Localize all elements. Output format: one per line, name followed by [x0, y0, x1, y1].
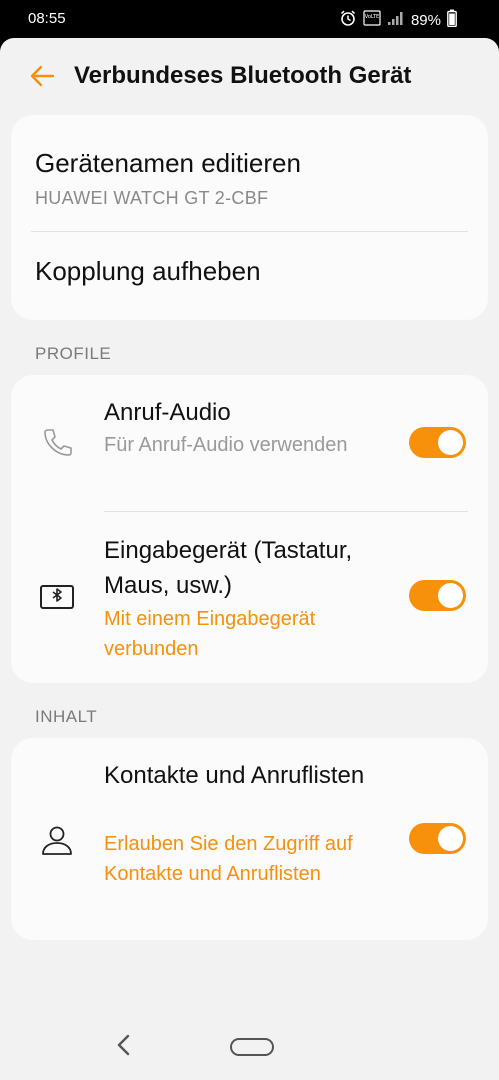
rename-device-row[interactable]: Gerätenamen editieren HUAWEI WATCH GT 2-… — [11, 115, 488, 231]
toggle-knob — [438, 583, 463, 608]
device-name: HUAWEI WATCH GT 2-CBF — [35, 188, 269, 208]
input-device-title: Eingabegerät (Tastatur, Maus, usw.) — [104, 537, 353, 599]
contacts-toggle[interactable] — [409, 823, 466, 854]
unpair-row[interactable]: Kopplung aufheben — [11, 232, 488, 320]
section-label-content: INHALT — [35, 707, 98, 726]
nav-back-icon[interactable] — [112, 1033, 136, 1057]
section-label-profile: PROFILE — [35, 344, 112, 363]
svg-text:VoLTE: VoLTE — [365, 14, 379, 20]
list-item-call-audio[interactable]: Anruf-Audio Für Anruf-Audio verwenden — [11, 375, 488, 511]
contacts-title: Kontakte und Anruflisten — [104, 762, 365, 789]
battery-percent: 89% — [410, 11, 441, 29]
input-device-subtitle: Mit einem Eingabegerät verbunden — [104, 608, 316, 660]
nav-home-button[interactable] — [230, 1038, 274, 1056]
status-time: 08:55 — [28, 10, 66, 27]
navigation-bar — [0, 1008, 499, 1080]
back-arrow-icon[interactable] — [28, 62, 56, 90]
phone-icon — [39, 425, 75, 461]
alarm-icon — [339, 9, 357, 31]
toggle-knob — [438, 430, 463, 455]
list-item-contacts[interactable]: Kontakte und Anruflisten Erlauben Sie de… — [11, 738, 488, 940]
content-card: Kontakte und Anruflisten Erlauben Sie de… — [11, 738, 488, 940]
contact-icon — [39, 822, 75, 858]
bluetooth-keyboard-icon — [39, 578, 75, 614]
toggle-knob — [438, 826, 463, 851]
rename-title: Gerätenamen editieren — [35, 148, 301, 178]
input-device-toggle[interactable] — [409, 580, 466, 611]
page-title: Verbundeses Bluetooth Gerät — [74, 62, 412, 89]
status-icons: VoLTE 89% — [339, 9, 457, 31]
profile-card: Anruf-Audio Für Anruf-Audio verwenden Ei… — [11, 375, 488, 683]
call-audio-toggle[interactable] — [409, 427, 466, 458]
call-audio-title: Anruf-Audio — [104, 399, 231, 426]
volte-icon: VoLTE — [363, 9, 381, 31]
list-item-input-device[interactable]: Eingabegerät (Tastatur, Maus, usw.) Mit … — [11, 512, 488, 683]
status-bar: 08:55 VoLTE 89% — [0, 0, 499, 38]
unpair-title: Kopplung aufheben — [35, 256, 261, 286]
call-audio-subtitle: Für Anruf-Audio verwenden — [104, 434, 348, 456]
signal-icon — [387, 10, 405, 30]
settings-screen: Verbundeses Bluetooth Gerät Gerätenamen … — [0, 38, 499, 1080]
header: Verbundeses Bluetooth Gerät — [0, 38, 499, 118]
battery-icon — [447, 9, 457, 31]
device-card: Gerätenamen editieren HUAWEI WATCH GT 2-… — [11, 115, 488, 320]
contacts-subtitle: Erlauben Sie den Zugriff auf Kontakte un… — [104, 833, 353, 885]
